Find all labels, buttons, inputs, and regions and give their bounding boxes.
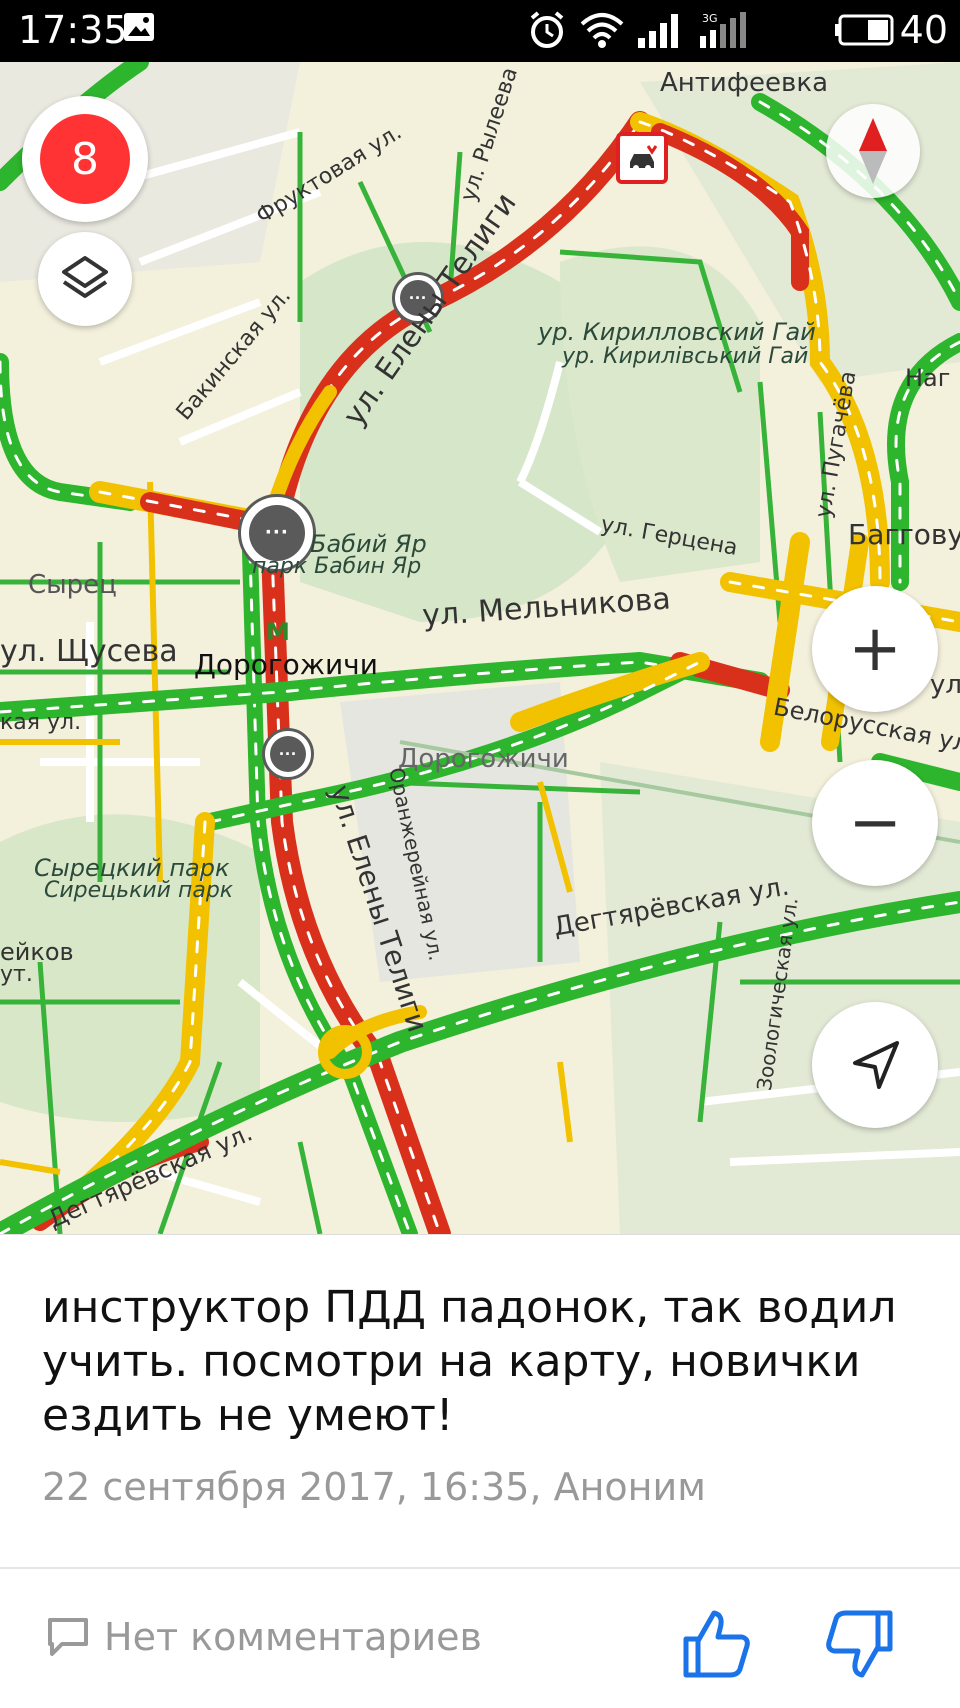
car-crash-icon [630, 145, 658, 171]
traffic-score-button[interactable]: 8 [22, 96, 148, 222]
accident-marker[interactable] [616, 132, 668, 184]
map-label: Багговут [848, 518, 960, 551]
comment-icon [48, 1618, 88, 1656]
map-label: Наг [905, 364, 951, 392]
layers-button[interactable] [38, 232, 132, 326]
alarm-icon [530, 11, 564, 48]
locate-icon [853, 1041, 899, 1089]
comment-pin[interactable]: ··· [262, 728, 314, 780]
zoom-in-button[interactable]: + [812, 586, 938, 712]
map-label: ул. Щусева [0, 634, 178, 669]
status-bar: 17:35 3G 40 [0, 0, 960, 62]
map-label: Дорогожичи [398, 744, 569, 774]
battery-icon [835, 14, 894, 46]
signal-icon [638, 14, 678, 48]
layers-icon [62, 256, 108, 298]
map-label: ур. Кирилловский Гай [538, 318, 816, 346]
locate-button[interactable] [812, 1002, 938, 1128]
thumbs-down-icon[interactable] [822, 1607, 896, 1681]
wifi-icon [580, 13, 624, 48]
compass-button[interactable] [826, 104, 920, 198]
map-label: ул [930, 670, 960, 700]
minus-icon: − [848, 786, 902, 860]
image-notification-icon [124, 13, 154, 41]
map-label: ут. [0, 962, 33, 987]
plus-icon: + [848, 612, 902, 686]
thumbs-up-icon[interactable] [680, 1607, 754, 1681]
map-label: парк Бабин Яр [252, 554, 422, 579]
map-label: Дорогожичи [194, 648, 378, 681]
post-meta: 22 сентября 2017, 16:35, Аноним [42, 1465, 706, 1509]
traffic-score: 8 [40, 114, 130, 204]
network-type: 3G [702, 12, 718, 25]
comments-link[interactable]: Нет комментариев [46, 1615, 482, 1659]
traffic-map[interactable]: 8 ··· ··· ··· Антифеевка Фруктовая ул. у… [0, 62, 960, 1234]
compass-icon [859, 118, 887, 184]
battery-level: 40 [899, 8, 948, 52]
divider [0, 1567, 960, 1569]
chat-icon: ··· [270, 736, 306, 772]
map-label: ур. Кирилівський Гай [562, 344, 809, 369]
post-panel: инструктор ПДД падонок, так водил учить.… [0, 1234, 960, 1708]
signal-3g-icon: 3G [700, 12, 746, 48]
map-label: Сирецький парк [44, 878, 234, 903]
map-label: кая ул. [0, 710, 82, 735]
map-label: Антифеевка [660, 68, 829, 98]
post-message: инструктор ПДД падонок, так водил учить.… [42, 1282, 897, 1441]
map-label: Сырец [28, 570, 117, 600]
chat-icon: ··· [249, 505, 305, 561]
zoom-out-button[interactable]: − [812, 760, 938, 886]
metro-symbol: M [266, 618, 290, 646]
comments-label: Нет комментариев [104, 1615, 482, 1659]
status-time: 17:35 [18, 8, 128, 52]
